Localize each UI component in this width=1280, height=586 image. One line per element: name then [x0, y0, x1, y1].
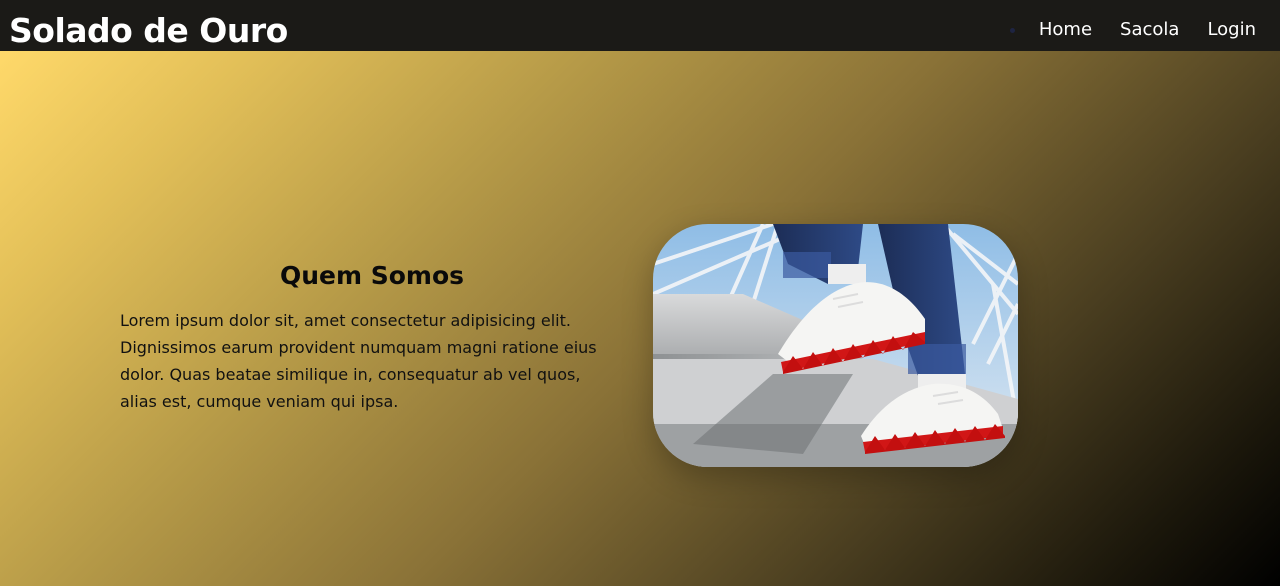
nav-link-home[interactable]: Home: [1039, 17, 1092, 43]
main-nav: Home Sacola Login: [1009, 17, 1256, 43]
sneakers-photo: [653, 224, 1018, 467]
about-title: Quem Somos: [279, 261, 465, 290]
nav-dot-icon: [1009, 27, 1015, 33]
sneakers-photo-illustration: [653, 224, 1018, 467]
brand-logo-text[interactable]: Solado de Ouro: [9, 9, 288, 53]
nav-link-login[interactable]: Login: [1207, 17, 1256, 43]
about-paragraph: Lorem ipsum dolor sit, amet consectetur …: [120, 311, 597, 411]
top-navbar: Solado de Ouro Home Sacola Login: [0, 0, 1280, 51]
about-section: Quem Somos Lorem ipsum dolor sit, amet c…: [120, 257, 600, 415]
nav-link-sacola[interactable]: Sacola: [1120, 17, 1179, 43]
